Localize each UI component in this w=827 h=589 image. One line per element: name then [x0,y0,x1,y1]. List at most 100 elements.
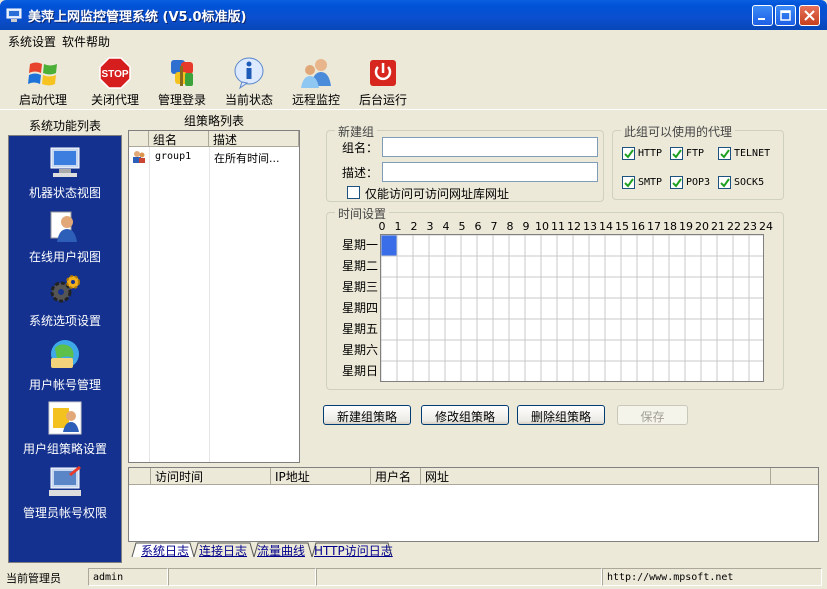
ftp-checkbox[interactable] [670,147,683,160]
time-cell[interactable] [524,318,542,341]
time-cell[interactable] [476,297,494,320]
time-cell[interactable] [492,255,510,278]
time-cell[interactable] [540,276,558,299]
admin-login-button[interactable]: 管理登录 [147,54,217,108]
time-cell[interactable] [412,276,430,299]
stop-proxy-button[interactable]: STOP 关闭代理 [80,54,150,108]
time-cell[interactable] [540,235,558,257]
maximize-button[interactable] [775,5,796,26]
time-cell[interactable] [556,297,574,320]
time-cell[interactable] [556,360,574,382]
time-cell[interactable] [668,255,686,278]
time-cell[interactable] [412,360,430,382]
time-cell[interactable] [444,276,462,299]
tab-connection-log[interactable]: 连接日志 [199,542,247,559]
time-cell[interactable] [492,235,510,257]
time-cell[interactable] [684,235,702,257]
title-bar[interactable]: 美萍上网监控管理系统 (V5.0标准版) [0,0,827,30]
time-cell[interactable] [700,255,718,278]
time-cell[interactable] [476,276,494,299]
time-cell[interactable] [572,297,590,320]
menu-help[interactable]: 软件帮助 [62,33,110,50]
time-cell[interactable] [588,318,606,341]
sidebar-item-machine-status[interactable]: 机器状态视图 [9,144,121,204]
time-cell[interactable] [668,276,686,299]
time-cell[interactable] [636,297,654,320]
time-cell[interactable] [732,255,750,278]
start-proxy-button[interactable]: 启动代理 [8,54,78,108]
time-cell[interactable] [396,235,414,257]
time-cell[interactable] [492,360,510,382]
time-cell[interactable] [572,339,590,362]
time-cell[interactable] [508,339,526,362]
time-cell[interactable] [540,297,558,320]
time-cell[interactable] [572,235,590,257]
time-cell[interactable] [700,318,718,341]
time-cell[interactable] [700,339,718,362]
time-cell[interactable] [652,255,670,278]
time-cell[interactable] [716,255,734,278]
time-cell[interactable] [748,255,764,278]
time-grid[interactable] [380,234,764,382]
time-cell[interactable] [444,297,462,320]
time-cell[interactable] [444,235,462,257]
time-cell[interactable] [428,235,446,257]
time-cell[interactable] [604,276,622,299]
time-cell[interactable] [444,360,462,382]
time-cell[interactable] [460,297,478,320]
time-cell[interactable] [620,318,638,341]
time-cell[interactable] [748,297,764,320]
time-cell[interactable] [460,360,478,382]
sidebar-item-system-options[interactable]: 系统选项设置 [9,272,121,332]
telnet-checkbox[interactable] [718,147,731,160]
time-cell[interactable] [716,235,734,257]
time-cell[interactable] [381,297,398,320]
time-cell[interactable] [524,235,542,257]
time-cell[interactable] [684,276,702,299]
time-cell[interactable] [396,276,414,299]
time-cell[interactable] [444,339,462,362]
time-cell[interactable] [476,255,494,278]
time-cell[interactable] [748,318,764,341]
time-cell[interactable] [732,339,750,362]
time-cell[interactable] [508,360,526,382]
time-cell[interactable] [588,360,606,382]
time-cell[interactable] [668,235,686,257]
delete-policy-button[interactable]: 删除组策略 [517,405,605,425]
time-cell[interactable] [716,318,734,341]
time-cell[interactable] [684,360,702,382]
time-cell[interactable] [620,255,638,278]
time-cell[interactable] [588,339,606,362]
time-cell[interactable] [716,276,734,299]
time-cell[interactable] [381,360,398,382]
time-cell[interactable] [620,276,638,299]
time-cell[interactable] [476,235,494,257]
sock5-checkbox[interactable] [718,176,731,189]
restrict-url-checkbox[interactable] [347,186,360,199]
time-cell[interactable] [476,339,494,362]
time-cell[interactable] [716,297,734,320]
time-cell[interactable] [636,276,654,299]
time-cell[interactable] [381,339,398,362]
time-cell[interactable] [732,235,750,257]
time-cell[interactable] [700,276,718,299]
time-cell[interactable] [652,339,670,362]
time-cell[interactable] [732,276,750,299]
time-cell[interactable] [540,255,558,278]
time-cell[interactable] [381,255,398,278]
time-cell[interactable] [668,297,686,320]
close-button[interactable] [799,5,820,26]
time-cell[interactable] [636,235,654,257]
time-cell[interactable] [396,360,414,382]
time-cell[interactable] [508,255,526,278]
time-cell[interactable] [508,318,526,341]
time-cell[interactable] [524,255,542,278]
sidebar-item-online-users[interactable]: 在线用户视图 [9,208,121,268]
time-cell[interactable] [460,235,478,257]
time-cell[interactable] [556,255,574,278]
menu-system-settings[interactable]: 系统设置 [8,33,56,50]
column-name[interactable]: 组名 [149,131,209,147]
time-cell[interactable] [668,360,686,382]
edit-policy-button[interactable]: 修改组策略 [421,405,509,425]
time-cell[interactable] [700,297,718,320]
